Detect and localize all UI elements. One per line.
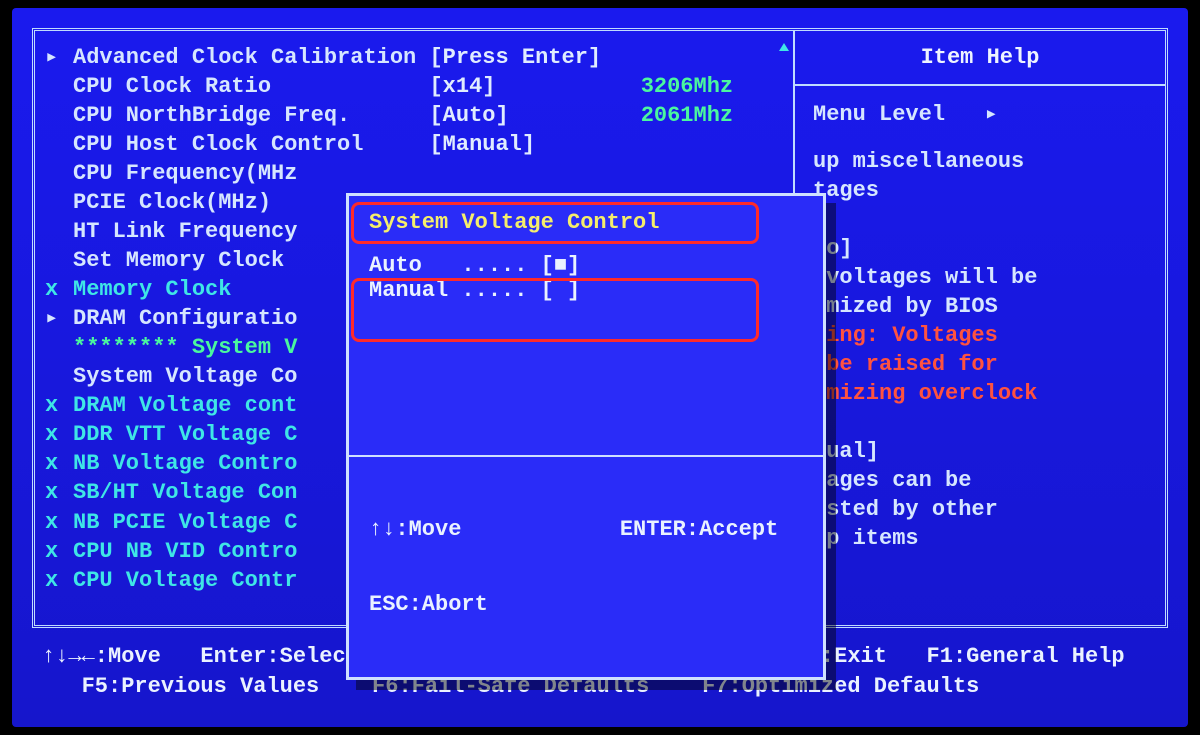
spacer [45,333,73,362]
popup-option[interactable]: Auto ..... [■] [369,253,803,278]
submenu-icon: ▸ [45,43,73,72]
popup-hint-move: ↑↓:Move [369,517,461,542]
setting-value[interactable]: [x14] [429,72,640,101]
help-line: up miscellaneous [813,147,1147,176]
popup-hint-accept: ENTER:Accept [620,517,778,542]
help-line [813,408,1147,437]
locked-icon: x [45,566,73,595]
help-line: tages [813,176,1147,205]
setting-label: CPU Clock Ratio [73,72,429,101]
locked-icon: x [45,275,73,304]
submenu-icon: ▸ [45,304,73,333]
help-line: imized by BIOS [813,292,1147,321]
help-line: usted by other [813,495,1147,524]
locked-icon: x [45,537,73,566]
spacer [45,72,73,101]
spacer [45,362,73,391]
help-line: to] [813,234,1147,263]
spacer [45,159,73,188]
help-title: Item Help [795,31,1165,86]
help-line [813,205,1147,234]
help-panel: Item Help Menu Level ▸ up miscellaneoust… [795,31,1165,625]
menu-level-label: Menu Level [813,100,945,129]
setting-value[interactable]: [Press Enter] [429,43,640,72]
locked-icon: x [45,508,73,537]
spacer [45,246,73,275]
setting-value[interactable]: [Manual] [429,130,640,159]
setting-label: CPU NorthBridge Freq. [73,101,429,130]
help-line: voltages will be [813,263,1147,292]
setting-row[interactable]: CPU Frequency(MHz [45,159,793,188]
help-line: up items [813,524,1147,553]
locked-icon: x [45,478,73,507]
setting-info: 3206Mhz [641,72,733,101]
scroll-up-icon[interactable] [779,43,789,51]
setting-value[interactable]: [Auto] [429,101,640,130]
setting-row[interactable]: CPU NorthBridge Freq. [Auto] 2061Mhz [45,101,793,130]
setting-info: 2061Mhz [641,101,733,130]
setting-label: CPU Host Clock Control [73,130,429,159]
popup-footer: ↑↓:Move ENTER:Accept ESC:Abort [349,455,823,677]
popup-options[interactable]: Auto ..... [■]Manual ..... [ ] [349,245,823,455]
bios-screen: ▸Advanced Clock Calibration [Press Enter… [12,8,1188,727]
setting-label: CPU Frequency(MHz [73,159,429,188]
locked-icon: x [45,391,73,420]
locked-icon: x [45,449,73,478]
popup-option[interactable]: Manual ..... [ ] [369,278,803,303]
spacer [45,130,73,159]
spacer [45,217,73,246]
help-line: imizing overclock [813,379,1147,408]
popup-system-voltage-control[interactable]: System Voltage Control Auto ..... [■]Man… [346,193,826,680]
setting-row[interactable]: CPU Host Clock Control [Manual] [45,130,793,159]
setting-row[interactable]: ▸Advanced Clock Calibration [Press Enter… [45,43,793,72]
spacer [45,101,73,130]
help-line: nual] [813,437,1147,466]
menu-level: Menu Level ▸ [813,100,1147,129]
popup-hint-abort: ESC:Abort [369,592,803,617]
help-line: ning: Voltages [813,321,1147,350]
setting-row[interactable]: CPU Clock Ratio [x14] 3206Mhz [45,72,793,101]
spacer [45,188,73,217]
help-line: be raised for [813,350,1147,379]
help-line: tages can be [813,466,1147,495]
setting-label: Advanced Clock Calibration [73,43,429,72]
locked-icon: x [45,420,73,449]
menu-level-marker: ▸ [985,100,998,129]
popup-title: System Voltage Control [349,196,823,245]
